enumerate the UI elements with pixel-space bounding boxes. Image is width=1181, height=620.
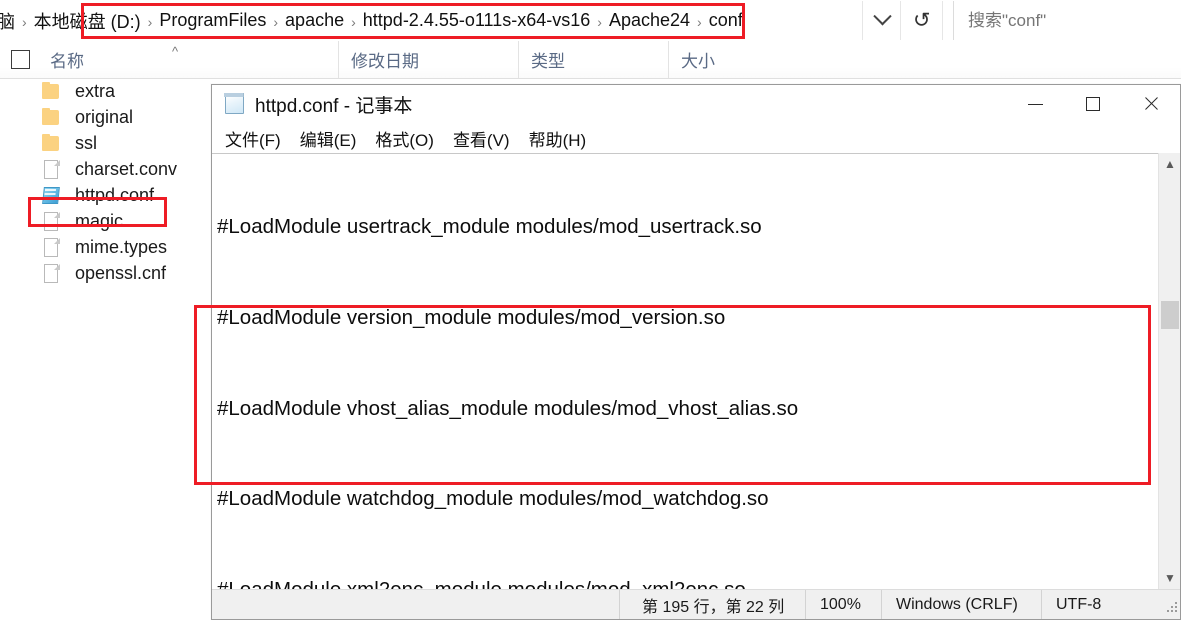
status-zoom-level[interactable]: 100% bbox=[805, 590, 881, 619]
maximize-icon bbox=[1086, 97, 1100, 111]
notepad-title-bar[interactable]: httpd.conf - 记事本 bbox=[212, 85, 1180, 123]
breadcrumb-item-conf[interactable]: conf bbox=[704, 10, 748, 31]
column-header-date-modified[interactable]: 修改日期 bbox=[338, 41, 518, 78]
sort-ascending-icon: ^ bbox=[172, 44, 179, 59]
file-name: mime.types bbox=[75, 236, 168, 257]
scrollbar-thumb[interactable] bbox=[1161, 301, 1179, 329]
status-line-ending[interactable]: Windows (CRLF) bbox=[881, 590, 1041, 619]
breadcrumb-separator-icon: › bbox=[697, 13, 702, 30]
status-bar: 第 195 行，第 22 列 100% Windows (CRLF) UTF-8 bbox=[212, 589, 1180, 619]
search-input[interactable] bbox=[966, 9, 1181, 32]
menu-item-help[interactable]: 帮助(H) bbox=[529, 126, 587, 151]
breadcrumb-item-programfiles[interactable]: ProgramFiles bbox=[154, 10, 271, 31]
window-title: httpd.conf - 记事本 bbox=[255, 95, 413, 117]
folder-icon bbox=[42, 81, 61, 102]
breadcrumb-item-httpd-version[interactable]: httpd-2.4.55-o111s-x64-vs16 bbox=[358, 10, 595, 31]
chevron-down-icon bbox=[872, 7, 892, 26]
breadcrumb[interactable]: 脑 › 本地磁盘 (D:) › ProgramFiles › apache › … bbox=[0, 0, 748, 41]
breadcrumb-separator-icon: › bbox=[351, 13, 356, 30]
vertical-scrollbar[interactable]: ▲ ▼ bbox=[1158, 153, 1180, 589]
breadcrumb-separator-icon: › bbox=[147, 13, 153, 30]
notepad-icon bbox=[224, 93, 246, 115]
menu-item-edit[interactable]: 编辑(E) bbox=[300, 126, 357, 151]
file-name: charset.conv bbox=[75, 158, 178, 179]
breadcrumb-item-apache[interactable]: apache bbox=[280, 10, 349, 31]
column-header-name[interactable]: 名称 bbox=[38, 41, 338, 78]
breadcrumb-separator-icon: › bbox=[273, 13, 279, 30]
file-name: openssl.cnf bbox=[75, 262, 167, 283]
column-header-size[interactable]: 大小 bbox=[668, 41, 768, 78]
file-name: extra bbox=[75, 80, 116, 101]
minimize-button[interactable] bbox=[1006, 85, 1064, 123]
document-text[interactable]: #LoadModule usertrack_module modules/mod… bbox=[217, 154, 1158, 589]
column-header-type[interactable]: 类型 bbox=[518, 41, 668, 78]
breadcrumb-separator-icon: › bbox=[22, 13, 27, 30]
notepad-window: httpd.conf - 记事本 文件(F) 编辑(E) 格式(O) 查看(V)… bbox=[211, 84, 1181, 620]
breadcrumb-item-drive[interactable]: 本地磁盘 (D:) bbox=[29, 8, 146, 34]
menu-item-file[interactable]: 文件(F) bbox=[225, 126, 281, 151]
scroll-up-arrow-icon[interactable]: ▲ bbox=[1159, 153, 1181, 175]
file-icon bbox=[42, 159, 61, 180]
close-button[interactable] bbox=[1122, 85, 1180, 123]
text-line: #LoadModule xml2enc_module modules/mod_x… bbox=[217, 575, 1158, 589]
address-bar: 脑 › 本地磁盘 (D:) › ProgramFiles › apache › … bbox=[0, 0, 1181, 42]
file-icon bbox=[42, 263, 61, 284]
maximize-button[interactable] bbox=[1064, 85, 1122, 123]
scroll-down-arrow-icon[interactable]: ▼ bbox=[1159, 567, 1181, 589]
close-icon bbox=[1143, 96, 1159, 112]
menu-item-view[interactable]: 查看(V) bbox=[453, 126, 510, 151]
search-box[interactable] bbox=[953, 1, 1181, 40]
folder-icon bbox=[42, 107, 61, 128]
refresh-icon: ↻ bbox=[912, 9, 931, 32]
status-encoding[interactable]: UTF-8 bbox=[1041, 590, 1163, 619]
text-editor-area[interactable]: #LoadModule usertrack_module modules/mod… bbox=[212, 153, 1180, 589]
text-line: #LoadModule usertrack_module modules/mod… bbox=[217, 215, 762, 239]
file-icon bbox=[42, 211, 61, 232]
breadcrumb-separator-icon: › bbox=[597, 13, 602, 30]
file-name: ssl bbox=[75, 132, 97, 153]
window-controls bbox=[1006, 85, 1180, 123]
breadcrumb-item-apache24[interactable]: Apache24 bbox=[604, 10, 695, 31]
select-all-checkbox[interactable] bbox=[11, 50, 30, 69]
resize-grip-icon[interactable] bbox=[1163, 598, 1177, 612]
minimize-icon bbox=[1027, 103, 1043, 105]
status-cursor-position: 第 195 行，第 22 列 bbox=[619, 590, 805, 619]
text-line: #LoadModule version_module modules/mod_v… bbox=[217, 306, 726, 329]
folder-icon bbox=[42, 133, 61, 154]
file-icon bbox=[42, 237, 61, 258]
menu-item-format[interactable]: 格式(O) bbox=[375, 126, 434, 151]
text-line: #LoadModule watchdog_module modules/mod_… bbox=[217, 487, 769, 511]
file-name: magic bbox=[75, 210, 124, 231]
conf-file-icon bbox=[42, 185, 61, 206]
breadcrumb-leading-partial[interactable]: 脑 bbox=[0, 8, 20, 34]
file-name: httpd.conf bbox=[75, 184, 155, 205]
text-line: #LoadModule vhost_alias_module modules/m… bbox=[217, 396, 799, 420]
refresh-button[interactable]: ↻ bbox=[900, 1, 943, 40]
menu-bar: 文件(F) 编辑(E) 格式(O) 查看(V) 帮助(H) bbox=[212, 123, 1180, 153]
address-dropdown-button[interactable] bbox=[862, 1, 901, 40]
file-name: original bbox=[75, 106, 134, 127]
